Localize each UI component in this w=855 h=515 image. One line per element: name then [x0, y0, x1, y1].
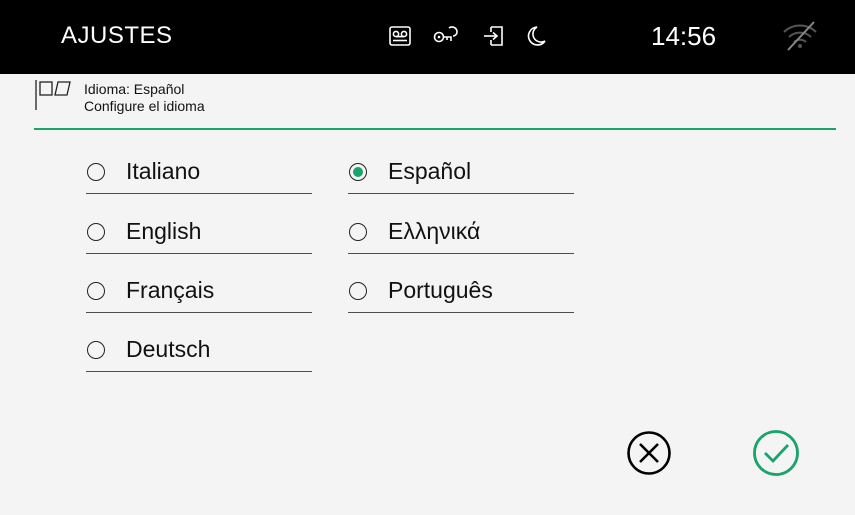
clock: 14:56 [651, 21, 717, 51]
language-option-portugues[interactable]: Português [348, 274, 574, 313]
radio-button[interactable] [349, 223, 367, 241]
radio-button[interactable] [87, 223, 105, 241]
language-option-italiano[interactable]: Italiano [86, 155, 312, 194]
section-header: Idioma: Español Configure el idioma [34, 78, 836, 130]
language-label: Italiano [126, 158, 201, 184]
radio-button[interactable] [87, 282, 105, 300]
language-option-english[interactable]: English [86, 215, 312, 254]
top-bar: AJUSTES 14:56 [0, 0, 855, 74]
language-label: English [126, 218, 202, 244]
screen-title: AJUSTES [61, 22, 173, 49]
moon-icon [525, 24, 549, 53]
header-subtitle: Configure el idioma [84, 98, 205, 114]
wifi-off-icon [780, 18, 820, 57]
radio-button[interactable] [349, 282, 367, 300]
language-label: Português [388, 277, 493, 303]
language-option-greek[interactable]: Ελληνικά [348, 215, 574, 254]
language-option-espanol[interactable]: Español [348, 155, 574, 194]
language-option-francais[interactable]: Français [86, 274, 312, 313]
language-label: Deutsch [126, 336, 211, 362]
door-entry-icon [482, 24, 506, 53]
header-title: Idioma: Español [84, 81, 185, 97]
radio-button[interactable] [87, 341, 105, 359]
language-option-deutsch[interactable]: Deutsch [86, 333, 312, 372]
language-label: Español [388, 158, 472, 184]
language-label: Ελληνικά [388, 218, 481, 244]
key-icon [432, 24, 460, 53]
radio-button-selected[interactable] [349, 163, 367, 181]
confirm-icon [752, 430, 800, 481]
confirm-button[interactable] [752, 429, 800, 482]
flags-icon [34, 78, 78, 117]
voicemail-icon [388, 24, 412, 53]
cancel-button[interactable] [626, 430, 672, 481]
language-label: Français [126, 277, 215, 303]
radio-button[interactable] [87, 163, 105, 181]
cancel-icon [626, 431, 672, 480]
